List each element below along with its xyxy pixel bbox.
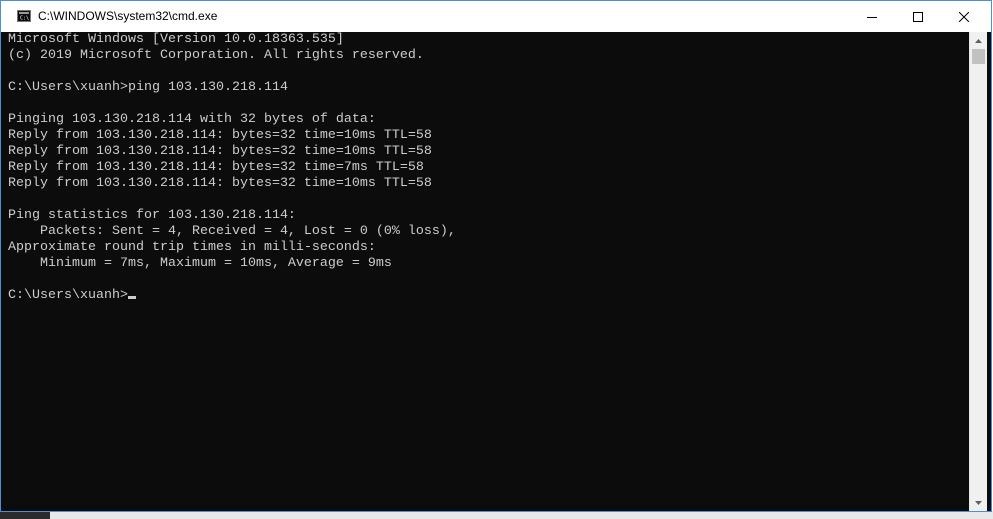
minimize-icon bbox=[867, 16, 877, 18]
command-prompt: C:\Users\xuanh> bbox=[8, 288, 128, 303]
svg-text:C:\: C:\ bbox=[20, 16, 29, 21]
close-icon bbox=[959, 11, 969, 22]
console-line: (c) 2019 Microsoft Corporation. All righ… bbox=[8, 48, 424, 63]
cmd-window: C:\ C:\WINDOWS\system32\cmd.exe Microsof… bbox=[0, 0, 992, 512]
scroll-down-arrow-icon bbox=[975, 500, 982, 505]
scroll-thumb[interactable] bbox=[972, 49, 985, 64]
console-line: Approximate round trip times in milli-se… bbox=[8, 240, 376, 255]
console-output[interactable]: Microsoft Windows [Version 10.0.18363.53… bbox=[1, 32, 969, 511]
console-line: C:\Users\xuanh>ping 103.130.218.114 bbox=[8, 80, 288, 95]
scroll-up-arrow-icon bbox=[975, 38, 982, 43]
console-line: Microsoft Windows [Version 10.0.18363.53… bbox=[8, 32, 344, 47]
console-line: Reply from 103.130.218.114: bytes=32 tim… bbox=[8, 144, 432, 159]
text-cursor bbox=[127, 296, 136, 299]
taskbar-edge bbox=[0, 511, 993, 519]
console-line: Packets: Sent = 4, Received = 4, Lost = … bbox=[8, 224, 456, 239]
console-line: Reply from 103.130.218.114: bytes=32 tim… bbox=[8, 176, 432, 191]
scroll-down-button[interactable] bbox=[970, 494, 987, 511]
maximize-icon bbox=[913, 11, 923, 22]
window-title: C:\WINDOWS\system32\cmd.exe bbox=[38, 9, 218, 23]
vertical-scrollbar[interactable] bbox=[969, 32, 987, 511]
console-line: Reply from 103.130.218.114: bytes=32 tim… bbox=[8, 160, 424, 175]
console-line: Pinging 103.130.218.114 with 32 bytes of… bbox=[8, 112, 376, 127]
console-text: Microsoft Windows [Version 10.0.18363.53… bbox=[1, 32, 969, 304]
console-line: Minimum = 7ms, Maximum = 10ms, Average =… bbox=[8, 256, 392, 271]
title-bar[interactable]: C:\ C:\WINDOWS\system32\cmd.exe bbox=[1, 1, 991, 32]
scroll-up-button[interactable] bbox=[970, 32, 987, 49]
taskbar-segment bbox=[0, 511, 50, 519]
cmd-icon: C:\ bbox=[17, 10, 31, 22]
console-line: Ping statistics for 103.130.218.114: bbox=[8, 208, 296, 223]
console-line: Reply from 103.130.218.114: bytes=32 tim… bbox=[8, 128, 432, 143]
close-button[interactable] bbox=[941, 1, 987, 32]
minimize-button[interactable] bbox=[849, 1, 895, 32]
maximize-button[interactable] bbox=[895, 1, 941, 32]
